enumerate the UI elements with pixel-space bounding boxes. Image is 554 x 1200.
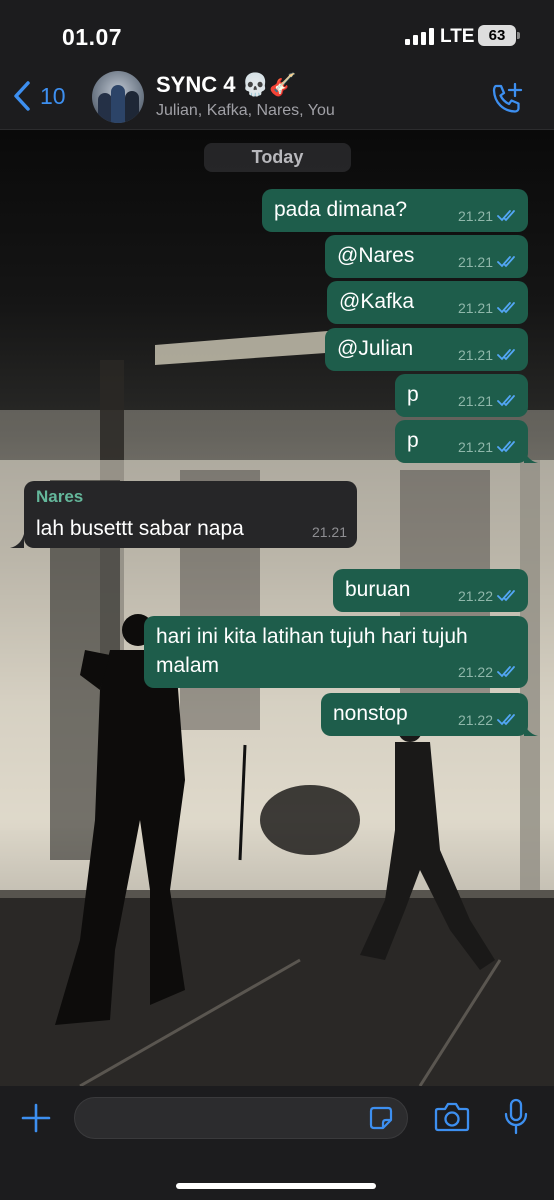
message-text: p — [407, 429, 419, 452]
message-bubble-outgoing[interactable]: nonstop 21.22 — [321, 693, 528, 736]
message-meta: 21.21 — [458, 347, 518, 363]
message-meta: 21.22 — [458, 588, 518, 604]
message-bubble-outgoing[interactable]: @Kafka 21.21 — [327, 281, 528, 324]
message-bubble-incoming[interactable]: Nares lah busettt sabar napa 21.21 — [24, 481, 357, 548]
status-bar: 01.07 LTE 63 — [0, 0, 554, 62]
message-text: lah busettt sabar napa — [36, 517, 244, 540]
double-check-icon — [497, 714, 515, 726]
double-check-icon — [497, 256, 515, 268]
double-check-icon — [497, 666, 515, 678]
message-meta: 21.21 — [458, 393, 518, 409]
group-name[interactable]: SYNC 4 💀🎸 — [156, 72, 296, 98]
back-button[interactable]: 10 — [12, 80, 66, 112]
message-text: buruan — [345, 578, 411, 601]
message-bubble-outgoing[interactable]: p 21.21 — [395, 420, 528, 463]
message-time: 21.21 — [311, 524, 347, 540]
network-type: LTE — [440, 26, 475, 47]
message-meta: 21.21 — [458, 208, 518, 224]
message-time: 21.22 — [457, 664, 493, 680]
message-bubble-outgoing[interactable]: @Nares 21.21 — [325, 235, 528, 278]
status-time: 01.07 — [62, 24, 123, 50]
message-time: 21.21 — [457, 254, 493, 270]
message-sender: Nares — [36, 487, 84, 506]
bubble-tail — [524, 722, 538, 736]
message-meta: 21.21 — [312, 524, 347, 540]
home-indicator[interactable] — [176, 1183, 376, 1189]
message-bubble-outgoing[interactable]: @Julian 21.21 — [325, 328, 528, 371]
message-bubble-outgoing[interactable]: pada dimana? 21.21 — [262, 189, 528, 232]
double-check-icon — [497, 395, 515, 407]
message-meta: 21.21 — [458, 300, 518, 316]
message-meta: 21.22 — [458, 664, 518, 680]
message-bubble-outgoing[interactable]: hari ini kita latihan tujuh hari tujuh m… — [144, 616, 528, 688]
sticker-icon[interactable] — [369, 1106, 393, 1130]
camera-icon[interactable] — [434, 1100, 470, 1134]
message-meta: 21.22 — [458, 712, 518, 728]
message-time: 21.21 — [457, 439, 493, 455]
cellular-signal-icon — [405, 28, 435, 45]
plus-icon[interactable] — [20, 1102, 52, 1134]
battery-level: 63 — [478, 25, 516, 46]
message-time: 21.21 — [457, 347, 493, 363]
double-check-icon — [497, 210, 515, 222]
chat-header: 10 SYNC 4 💀🎸 Julian, Kafka, Nares, You — [0, 62, 554, 130]
double-check-icon — [497, 349, 515, 361]
add-call-icon[interactable] — [490, 82, 524, 116]
message-text: malam — [156, 654, 220, 677]
message-time: 21.22 — [457, 712, 493, 728]
message-text: @Nares — [337, 244, 415, 267]
back-chevron-icon — [14, 81, 30, 111]
group-members[interactable]: Julian, Kafka, Nares, You — [156, 102, 335, 120]
bubble-tail — [10, 534, 24, 548]
unread-count: 10 — [40, 82, 66, 109]
message-text: p — [407, 383, 419, 406]
message-time: 21.21 — [457, 300, 493, 316]
microphone-icon[interactable] — [503, 1098, 529, 1136]
message-bubble-outgoing[interactable]: buruan 21.22 — [333, 569, 528, 612]
bubble-tail — [524, 449, 538, 463]
double-check-icon — [497, 302, 515, 314]
double-check-icon — [497, 590, 515, 602]
message-text: @Kafka — [339, 290, 415, 313]
message-text: @Julian — [337, 337, 414, 360]
message-time: 21.22 — [457, 588, 493, 604]
message-text: nonstop — [333, 702, 408, 725]
message-text: hari ini kita latihan tujuh hari tujuh — [156, 625, 468, 648]
date-separator: Today — [204, 143, 351, 172]
message-text: pada dimana? — [274, 198, 408, 221]
battery-icon — [517, 32, 520, 39]
message-bubble-outgoing[interactable]: p 21.21 — [395, 374, 528, 417]
message-time: 21.21 — [457, 208, 493, 224]
message-meta: 21.21 — [458, 439, 518, 455]
group-avatar[interactable] — [92, 71, 144, 123]
message-input[interactable] — [74, 1097, 408, 1139]
message-meta: 21.21 — [458, 254, 518, 270]
double-check-icon — [497, 441, 515, 453]
message-time: 21.21 — [457, 393, 493, 409]
